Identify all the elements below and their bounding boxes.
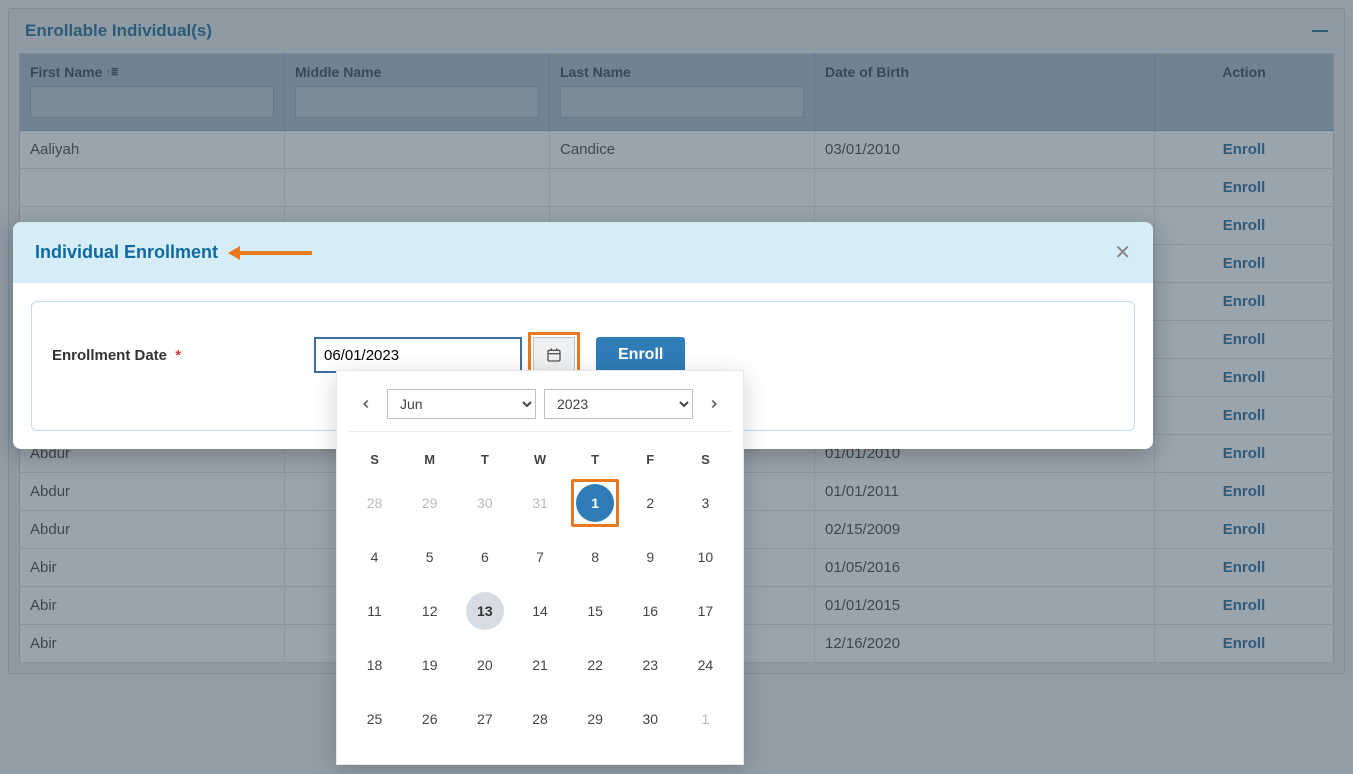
dow-header: M xyxy=(402,442,457,476)
dow-header: T xyxy=(568,442,623,476)
modal-title: Individual Enrollment xyxy=(35,242,218,263)
close-icon[interactable]: ✕ xyxy=(1114,240,1131,265)
enrollment-date-input[interactable] xyxy=(314,337,522,373)
calendar-day[interactable]: 1 xyxy=(576,484,614,522)
calendar-day[interactable]: 20 xyxy=(466,646,504,684)
calendar-day[interactable]: 19 xyxy=(411,646,449,684)
calendar-day[interactable]: 14 xyxy=(521,592,559,630)
dow-header: W xyxy=(512,442,567,476)
calendar-day[interactable]: 23 xyxy=(631,646,669,684)
required-marker: * xyxy=(175,347,181,364)
calendar-day[interactable]: 6 xyxy=(466,538,504,576)
month-select[interactable]: Jun xyxy=(387,389,536,419)
next-month-button[interactable] xyxy=(701,391,727,417)
year-select[interactable]: 2023 xyxy=(544,389,693,419)
calendar-day[interactable]: 25 xyxy=(356,700,394,738)
calendar-button[interactable] xyxy=(533,337,575,373)
dow-header: S xyxy=(347,442,402,476)
calendar-day[interactable]: 1 xyxy=(686,700,724,738)
calendar-day[interactable]: 24 xyxy=(686,646,724,684)
calendar-day[interactable]: 7 xyxy=(521,538,559,576)
calendar-day[interactable]: 10 xyxy=(686,538,724,576)
calendar-day[interactable]: 15 xyxy=(576,592,614,630)
annotation-arrow-icon xyxy=(228,246,312,260)
calendar-day[interactable]: 30 xyxy=(466,484,504,522)
calendar-day[interactable]: 3 xyxy=(686,484,724,522)
enrollment-date-label: Enrollment Date xyxy=(52,347,167,364)
dow-header: S xyxy=(678,442,733,476)
calendar-day[interactable]: 21 xyxy=(521,646,559,684)
annotation-highlight: 1 xyxy=(571,479,619,527)
calendar-day[interactable]: 2 xyxy=(631,484,669,522)
calendar-day[interactable]: 28 xyxy=(356,484,394,522)
calendar-day[interactable]: 31 xyxy=(521,484,559,522)
calendar-day[interactable]: 22 xyxy=(576,646,614,684)
calendar-grid: SMTWTFS 28293031123456789101112131415161… xyxy=(347,442,733,746)
dow-header: T xyxy=(457,442,512,476)
calendar-day[interactable]: 27 xyxy=(466,700,504,738)
calendar-day[interactable]: 18 xyxy=(356,646,394,684)
calendar-day[interactable]: 13 xyxy=(466,592,504,630)
calendar-day[interactable]: 29 xyxy=(576,700,614,738)
calendar-day[interactable]: 5 xyxy=(411,538,449,576)
calendar-day[interactable]: 17 xyxy=(686,592,724,630)
calendar-day[interactable]: 11 xyxy=(356,592,394,630)
calendar-day[interactable]: 8 xyxy=(576,538,614,576)
datepicker-popup: Jun 2023 SMTWTFS 28293031123456789101112… xyxy=(336,370,744,765)
chevron-left-icon xyxy=(359,397,373,411)
prev-month-button[interactable] xyxy=(353,391,379,417)
calendar-day[interactable]: 4 xyxy=(356,538,394,576)
calendar-day[interactable]: 26 xyxy=(411,700,449,738)
enroll-button[interactable]: Enroll xyxy=(596,337,685,373)
dow-header: F xyxy=(623,442,678,476)
chevron-right-icon xyxy=(707,397,721,411)
calendar-day[interactable]: 30 xyxy=(631,700,669,738)
calendar-icon xyxy=(546,347,562,363)
calendar-day[interactable]: 28 xyxy=(521,700,559,738)
calendar-day[interactable]: 16 xyxy=(631,592,669,630)
calendar-day[interactable]: 12 xyxy=(411,592,449,630)
calendar-day[interactable]: 9 xyxy=(631,538,669,576)
calendar-day[interactable]: 29 xyxy=(411,484,449,522)
